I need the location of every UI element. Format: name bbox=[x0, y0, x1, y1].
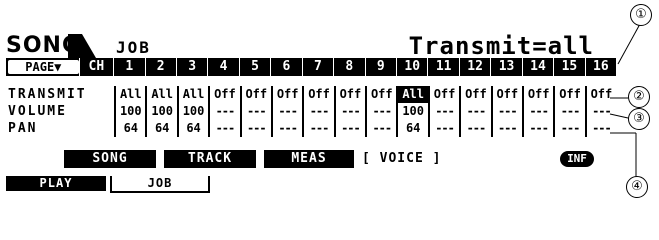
callout-2: ② bbox=[628, 86, 650, 108]
callout-leader-lines bbox=[609, 23, 641, 176]
callout-4: ④ bbox=[626, 176, 648, 198]
callout-3: ③ bbox=[628, 108, 650, 130]
callout-1: ① bbox=[630, 4, 652, 26]
